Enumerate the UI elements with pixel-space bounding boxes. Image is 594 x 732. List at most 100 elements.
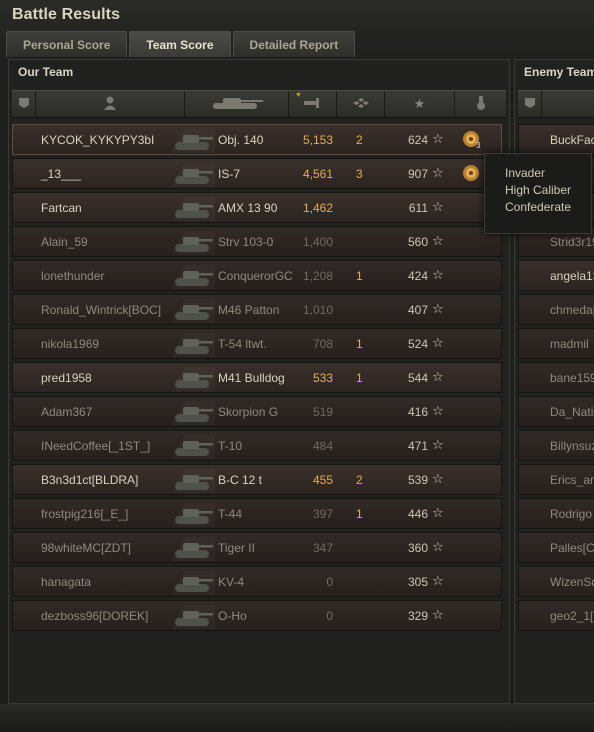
team-row[interactable]: hanagata KV-4 0 305 ☆ bbox=[12, 566, 502, 597]
vehicle-name: KV-4 bbox=[218, 575, 245, 589]
kills-icon bbox=[351, 97, 371, 112]
enemy-row[interactable]: Palles[CC bbox=[518, 532, 594, 563]
enemy-player-name: Billynsuz bbox=[550, 439, 594, 453]
tab-personal-score[interactable]: Personal Score bbox=[6, 31, 128, 57]
enemy-row[interactable]: Erics_arr bbox=[518, 464, 594, 495]
player-name: frostpig216[_E_] bbox=[41, 507, 129, 521]
our-team-panel: Our Team ▼ ★ KYCOK_KYKYPY3bI Obj. 140 5,… bbox=[8, 59, 510, 704]
player-name: Ronald_Wintrick[BOC] bbox=[41, 303, 162, 317]
damage-value: 1,400 bbox=[302, 235, 333, 249]
tank-thumbnail bbox=[171, 127, 215, 153]
vehicle-name: T-44 bbox=[218, 507, 243, 521]
tooltip-line: Invader bbox=[505, 166, 546, 180]
enemy-row[interactable]: WizenSqu bbox=[518, 566, 594, 597]
kills-value: 2 bbox=[356, 133, 363, 147]
enemy-player-name: Erics_arr bbox=[550, 473, 594, 487]
damage-value: 0 bbox=[326, 575, 333, 589]
enemy-row[interactable]: Da_Nativ bbox=[518, 396, 594, 427]
platoon-icon bbox=[18, 97, 30, 112]
xp-value: 360 bbox=[407, 541, 428, 555]
enemy-team-header bbox=[518, 90, 594, 118]
team-row[interactable]: KYCOK_KYKYPY3bI Obj. 140 5,153 2 624 ☆ 3 bbox=[12, 124, 502, 155]
vehicle-column-header[interactable] bbox=[185, 91, 289, 117]
kills-value: 1 bbox=[356, 337, 363, 351]
medal-icon bbox=[476, 95, 486, 113]
team-row[interactable]: lonethunder ConquerorGC 1,208 1 424 ☆ bbox=[12, 260, 502, 291]
team-row[interactable]: INeedCoffee[_1ST_] T-10 484 471 ☆ bbox=[12, 430, 502, 461]
vehicle-name: Skorpion G bbox=[218, 405, 279, 419]
enemy-team-title: Enemy Team bbox=[524, 65, 594, 79]
xp-column-header[interactable]: ★ bbox=[385, 91, 455, 117]
xp-value: 524 bbox=[407, 337, 428, 351]
tank-thumbnail bbox=[171, 603, 215, 629]
enemy-platoon-column-header[interactable] bbox=[518, 91, 542, 117]
enemy-row[interactable]: angela13 bbox=[518, 260, 594, 291]
team-row[interactable]: Fartcan AMX 13 90 1,462 611 ☆ bbox=[12, 192, 502, 223]
xp-star-icon: ☆ bbox=[432, 335, 444, 350]
kills-column-header[interactable] bbox=[337, 91, 385, 117]
kills-value: 1 bbox=[356, 371, 363, 385]
kills-value: 1 bbox=[356, 269, 363, 283]
xp-value: 407 bbox=[407, 303, 428, 317]
vehicle-name: T-10 bbox=[218, 439, 243, 453]
player-name: INeedCoffee[_1ST_] bbox=[41, 439, 151, 453]
tab-bar: Personal Score Team Score Detailed Repor… bbox=[6, 31, 357, 57]
enemy-player-name: WizenSqu bbox=[550, 575, 594, 589]
medal-count: 3 bbox=[476, 141, 481, 150]
team-row[interactable]: Ronald_Wintrick[BOC] M46 Patton 1,010 407 ☆ bbox=[12, 294, 502, 325]
sort-desc-icon: ▼ bbox=[295, 92, 302, 99]
battle-results-window: Battle Results Personal Score Team Score… bbox=[0, 0, 594, 732]
tooltip-line: High Caliber bbox=[505, 183, 572, 197]
team-row[interactable]: Adam367 Skorpion G 519 416 ☆ bbox=[12, 396, 502, 427]
team-row[interactable]: B3n3d1ct[BLDRA] B-C 12 t 455 2 539 ☆ bbox=[12, 464, 502, 495]
damage-value: 533 bbox=[312, 371, 333, 385]
xp-star-icon: ☆ bbox=[432, 573, 444, 588]
player-name: Fartcan bbox=[41, 201, 82, 215]
player-name: 98whiteMC[ZDT] bbox=[41, 541, 132, 555]
enemy-row[interactable]: madmil bbox=[518, 328, 594, 359]
player-name: nikola1969 bbox=[41, 337, 100, 351]
vehicle-name: M46 Patton bbox=[218, 303, 280, 317]
tank-thumbnail bbox=[171, 297, 215, 323]
player-column-header[interactable] bbox=[36, 91, 185, 117]
tank-thumbnail bbox=[171, 365, 215, 391]
player-name: dezboss96[DOREK] bbox=[41, 609, 149, 623]
damage-column-header[interactable]: ▼ bbox=[289, 91, 337, 117]
xp-value: 624 bbox=[407, 133, 428, 147]
team-row[interactable]: 98whiteMC[ZDT] Tiger II 347 360 ☆ bbox=[12, 532, 502, 563]
xp-star-icon: ☆ bbox=[432, 165, 444, 180]
player-name: lonethunder bbox=[41, 269, 105, 283]
team-row[interactable]: pred1958 M41 Bulldog 533 1 544 ☆ bbox=[12, 362, 502, 393]
medal-column-header[interactable] bbox=[455, 91, 506, 117]
tank-thumbnail bbox=[171, 467, 215, 493]
damage-value: 484 bbox=[312, 439, 333, 453]
enemy-row[interactable]: bane159 bbox=[518, 362, 594, 393]
enemy-player-name: Palles[CC bbox=[550, 541, 594, 555]
vehicle-name: M41 Bulldog bbox=[218, 371, 285, 385]
team-row[interactable]: _13___ IS-7 4,561 3 907 ☆ bbox=[12, 158, 502, 189]
damage-value: 397 bbox=[312, 507, 333, 521]
xp-star-icon: ☆ bbox=[432, 505, 444, 520]
team-row[interactable]: Alain_59 Strv 103-0 1,400 560 ☆ bbox=[12, 226, 502, 257]
xp-star-icon: ☆ bbox=[432, 539, 444, 554]
tank-thumbnail bbox=[171, 263, 215, 289]
xp-star-icon: ☆ bbox=[432, 607, 444, 622]
tank-thumbnail bbox=[171, 501, 215, 527]
enemy-row[interactable]: Billynsuz bbox=[518, 430, 594, 461]
enemy-row[interactable]: BuckFace bbox=[518, 124, 594, 155]
vehicle-name: Tiger II bbox=[218, 541, 255, 555]
enemy-row[interactable]: chmeda[ bbox=[518, 294, 594, 325]
xp-star-icon: ☆ bbox=[432, 131, 444, 146]
player-icon bbox=[104, 96, 116, 113]
enemy-row[interactable]: geo2_1[F bbox=[518, 600, 594, 631]
team-row[interactable]: dezboss96[DOREK] O-Ho 0 329 ☆ bbox=[12, 600, 502, 631]
xp-value: 907 bbox=[407, 167, 428, 181]
tab-detailed-report[interactable]: Detailed Report bbox=[232, 31, 356, 57]
team-row[interactable]: nikola1969 T-54 ltwt. 708 1 524 ☆ bbox=[12, 328, 502, 359]
platoon-column-header[interactable] bbox=[12, 91, 36, 117]
team-row[interactable]: frostpig216[_E_] T-44 397 1 446 ☆ bbox=[12, 498, 502, 529]
medal-icon[interactable] bbox=[461, 163, 481, 183]
enemy-row[interactable]: Rodrigo bbox=[518, 498, 594, 529]
tab-team-score[interactable]: Team Score bbox=[129, 31, 231, 57]
enemy-player-name: Rodrigo bbox=[550, 507, 593, 521]
